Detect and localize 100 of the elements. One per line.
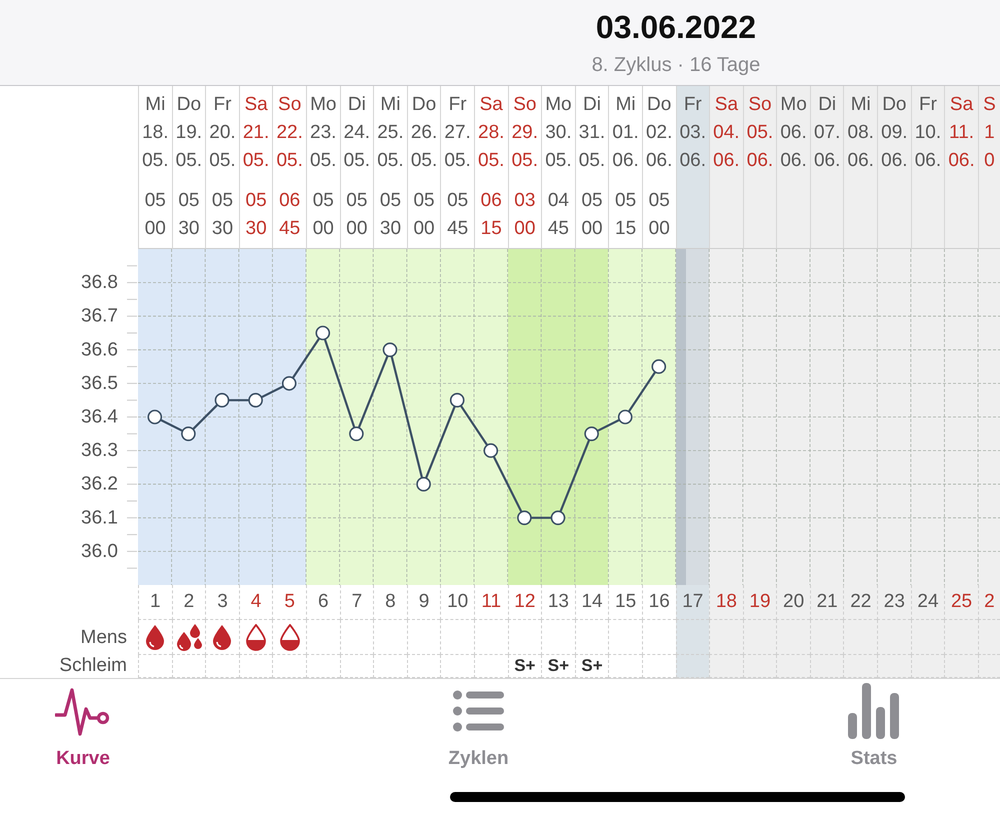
- data-point: [349, 426, 364, 442]
- cycle-day-cell: 21: [810, 585, 844, 620]
- month-label: 05.: [410, 149, 438, 173]
- month-label: 05.: [242, 149, 270, 173]
- month-label: 05.: [344, 149, 370, 173]
- time-minute-label: 00: [312, 217, 334, 241]
- day-label: 09.: [881, 121, 908, 145]
- month-label: 05.: [209, 149, 236, 173]
- weekday-label: Di: [583, 93, 601, 117]
- time-minute-label: 15: [615, 217, 636, 241]
- weekday-label: So: [513, 93, 536, 117]
- time-minute-label: 00: [144, 217, 166, 241]
- month-label: 06.: [914, 149, 942, 173]
- time-hour-label: 05: [380, 189, 402, 213]
- time-minute-label: 00: [514, 217, 536, 241]
- month-label: 05.: [176, 149, 202, 173]
- time-hour-label: 05: [581, 189, 603, 213]
- day-label: 04.: [713, 121, 740, 145]
- month-label: 06.: [848, 149, 874, 173]
- data-point: [282, 376, 296, 391]
- time-hour-label: 05: [144, 189, 166, 213]
- month-label: 06.: [612, 149, 639, 173]
- tab-button[interactable]: Kurve: [23, 683, 143, 771]
- time-hour-label: 05: [346, 189, 368, 213]
- day-label: 27.: [444, 121, 471, 145]
- mucus-cell: S+: [508, 655, 542, 678]
- day-label: 28.: [478, 121, 504, 145]
- cycle-day-cell: 4: [238, 585, 272, 620]
- weekday-label: Do: [412, 93, 436, 117]
- day-label: 06.: [780, 121, 807, 145]
- weekday-label: Mo: [545, 93, 572, 117]
- day-label: 10.: [914, 121, 942, 145]
- time-hour-label: 05: [648, 189, 670, 213]
- data-point: [248, 392, 263, 408]
- time-hour-label: 06: [480, 189, 502, 213]
- bar-chart-icon: [848, 683, 900, 739]
- day-label: 30.: [545, 121, 572, 145]
- weekday-label: Sa: [244, 93, 268, 117]
- day-label: 03.: [680, 121, 706, 145]
- month-label: 05.: [545, 149, 572, 173]
- cycle-day-cell: 12: [508, 585, 542, 620]
- y-axis-label: 36.2: [81, 474, 118, 495]
- cycle-day-cell: 24: [910, 585, 944, 620]
- cycle-day-cell: 25: [944, 585, 978, 620]
- time-hour-label: 05: [312, 189, 334, 213]
- cycle-day-cell: 23: [877, 585, 911, 620]
- weekday-label: Sa: [714, 93, 738, 117]
- month-label: 05.: [578, 149, 606, 173]
- month-label: 06.: [948, 149, 975, 173]
- cycle-day-cell: 1: [138, 585, 172, 620]
- month-label: 05.: [478, 149, 504, 173]
- cycle-day-cell: 11: [474, 585, 508, 620]
- data-point: [416, 476, 431, 492]
- day-label: 02.: [646, 121, 672, 145]
- cycle-day-cell: 2: [978, 585, 1000, 620]
- weekday-label: Mo: [310, 93, 336, 117]
- tab-button[interactable]: Stats: [814, 683, 934, 771]
- data-point: [517, 510, 532, 526]
- time-minute-label: 00: [346, 217, 368, 241]
- time-minute-label: 45: [548, 217, 569, 241]
- time-minute-label: 00: [581, 217, 603, 241]
- data-point: [652, 359, 666, 374]
- tab-button[interactable]: Zyklen: [418, 683, 538, 771]
- month-label: 06.: [814, 149, 840, 173]
- month-label: 06.: [881, 149, 908, 173]
- time-minute-label: 30: [246, 217, 267, 241]
- cycle-day-cell: 17: [676, 585, 710, 620]
- weekday-label: Mi: [380, 93, 400, 117]
- time-hour-label: 03: [514, 189, 536, 213]
- day-label: 1: [984, 121, 995, 145]
- month-label: 05.: [512, 149, 538, 173]
- time-minute-label: 30: [178, 217, 200, 241]
- day-label: 20.: [209, 121, 236, 145]
- weekday-label: S: [983, 93, 996, 117]
- cycle-day-cell: 22: [843, 585, 878, 620]
- day-label: 21.: [242, 121, 270, 145]
- y-axis-label: 36.0: [81, 540, 118, 562]
- weekday-label: Sa: [480, 93, 503, 117]
- month-label: 05.: [377, 149, 404, 173]
- y-axis-label: 36.8: [81, 272, 118, 294]
- weekday-label: Do: [176, 93, 202, 117]
- cycle-day-cell: 16: [642, 585, 676, 620]
- y-axis-label: 36.5: [81, 372, 118, 394]
- day-label: 18.: [142, 121, 168, 145]
- time-hour-label: 06: [279, 189, 300, 213]
- mucus-cell: S+: [541, 655, 575, 678]
- month-label: 06.: [746, 149, 774, 173]
- weekday-label: Di: [818, 93, 836, 117]
- cycle-subtitle: 8. Zyklus · 16 Tage: [592, 53, 760, 78]
- data-point: [550, 510, 566, 526]
- weekday-label: Do: [647, 93, 672, 117]
- time-minute-label: 45: [447, 217, 468, 241]
- data-point: [382, 342, 398, 358]
- month-label: 05.: [276, 149, 303, 173]
- weekday-label: Mi: [616, 93, 636, 117]
- y-axis-label: 36.4: [81, 406, 118, 428]
- weekday-label: Mi: [145, 93, 166, 117]
- month-label: 06.: [713, 149, 740, 173]
- weekday-label: Sa: [950, 93, 974, 117]
- y-axis-label: 36.6: [81, 339, 118, 360]
